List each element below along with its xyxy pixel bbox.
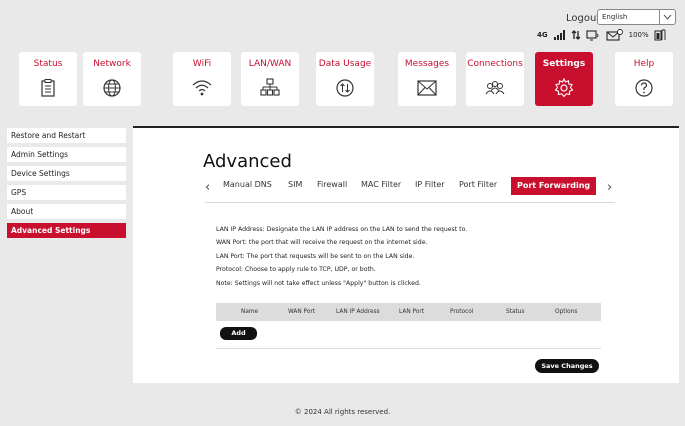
content-panel: Advanced ‹ Manual DNS SIM Firewall MAC F…: [133, 126, 679, 383]
nav-label: Status: [33, 59, 63, 69]
network-type: 4G: [537, 31, 548, 39]
description-line: Note: Settings will not take effect unle…: [216, 279, 421, 287]
sidebar: Restore and Restart Admin Settings Devic…: [7, 128, 126, 242]
nav-label: LAN/WAN: [248, 59, 292, 69]
nav-lan-wan[interactable]: LAN/WAN: [241, 52, 299, 106]
tab-ip-filter[interactable]: IP Filter: [411, 177, 449, 192]
nav-wifi[interactable]: WiFi: [173, 52, 231, 106]
nav-help[interactable]: Help: [615, 52, 673, 106]
sidebar-item-restore-and-restart[interactable]: Restore and Restart: [7, 128, 126, 143]
gear-icon: [554, 77, 574, 98]
wifi-icon: [192, 80, 212, 96]
column-header-name: Name: [241, 309, 259, 315]
clipboard-icon: [41, 79, 55, 97]
footer-copyright: © 2024 All rights reserved.: [294, 408, 391, 416]
envelope-icon: [417, 80, 437, 96]
nav-label: Network: [93, 59, 131, 69]
add-button[interactable]: Add: [220, 327, 257, 340]
data-transfer-icon: [571, 30, 581, 40]
data-usage-icon: [336, 79, 354, 97]
nav-label: Help: [633, 59, 655, 69]
signal-icon: [553, 30, 565, 40]
column-header-status: Status: [506, 309, 525, 315]
network-hierarchy-icon: [260, 78, 280, 96]
nav-status[interactable]: Status: [19, 52, 77, 106]
sidebar-item-advanced-settings[interactable]: Advanced Settings: [7, 223, 126, 238]
nav-data-usage[interactable]: Data Usage: [316, 52, 374, 106]
language-selected: English: [602, 13, 628, 21]
nav-label: Data Usage: [318, 59, 372, 69]
table-header: Name WAN Port LAN IP Address LAN Port Pr…: [216, 303, 601, 321]
nav-settings[interactable]: Settings: [535, 52, 593, 106]
battery-percent: 100%: [628, 31, 649, 39]
nav-messages[interactable]: Messages: [398, 52, 456, 106]
description-line: WAN Port: the port that will receive the…: [216, 239, 428, 247]
globe-icon: [103, 79, 121, 97]
sidebar-item-about[interactable]: About: [7, 204, 126, 219]
status-bar: 4G 100%: [537, 28, 666, 42]
nav-label: Settings: [542, 59, 586, 69]
sidebar-item-admin-settings[interactable]: Admin Settings: [7, 147, 126, 162]
tab-manual-dns[interactable]: Manual DNS: [219, 177, 276, 192]
column-header-lan-ip-address: LAN IP Address: [336, 309, 380, 315]
page-title: Advanced: [203, 151, 292, 172]
sidebar-item-gps[interactable]: GPS: [7, 185, 126, 200]
column-header-lan-port: LAN Port: [399, 309, 424, 315]
sidebar-item-device-settings[interactable]: Device Settings: [7, 166, 126, 181]
description-line: LAN IP Address: Designate the LAN IP add…: [216, 226, 468, 233]
nav-connections[interactable]: Connections: [466, 52, 524, 106]
tab-firewall[interactable]: Firewall: [313, 177, 351, 192]
column-header-wan-port: WAN Port: [288, 309, 316, 315]
nav-label: Connections: [467, 59, 523, 69]
main-nav: Status Network WiFi LAN/WAN Data Usage M…: [0, 52, 685, 106]
tab-port-forwarding[interactable]: Port Forwarding: [511, 177, 597, 195]
tab-port-filter[interactable]: Port Filter: [455, 177, 501, 192]
language-select[interactable]: English: [597, 9, 676, 25]
nav-network[interactable]: Network: [83, 52, 141, 106]
logout-link[interactable]: Logout: [566, 13, 600, 24]
column-header-options: Options: [555, 309, 578, 315]
description: LAN IP Address: Designate the LAN IP add…: [216, 223, 467, 290]
chevron-right-icon[interactable]: ›: [607, 180, 612, 195]
description-line: LAN Port: The port that requests will be…: [216, 252, 415, 260]
tab-mac-filter[interactable]: MAC Filter: [357, 177, 405, 192]
battery-icon: [654, 29, 666, 41]
nav-label: Messages: [404, 59, 450, 69]
nav-label: WiFi: [192, 59, 212, 69]
column-header-protocol: Protocol: [450, 309, 474, 315]
people-icon: [485, 81, 505, 95]
description-line: Protocol: Choose to apply rule to TCP, U…: [216, 266, 376, 274]
divider: [216, 348, 601, 349]
chevron-down-icon: [659, 10, 675, 24]
save-changes-button[interactable]: Save Changes: [535, 359, 599, 373]
tab-bar: ‹ Manual DNS SIM Firewall MAC Filter IP …: [205, 175, 615, 203]
question-icon: [635, 79, 653, 97]
message-notification-icon: [606, 29, 623, 41]
tab-sim[interactable]: SIM: [284, 177, 306, 192]
monitor-icon: [586, 29, 599, 40]
chevron-left-icon[interactable]: ‹: [205, 180, 210, 195]
